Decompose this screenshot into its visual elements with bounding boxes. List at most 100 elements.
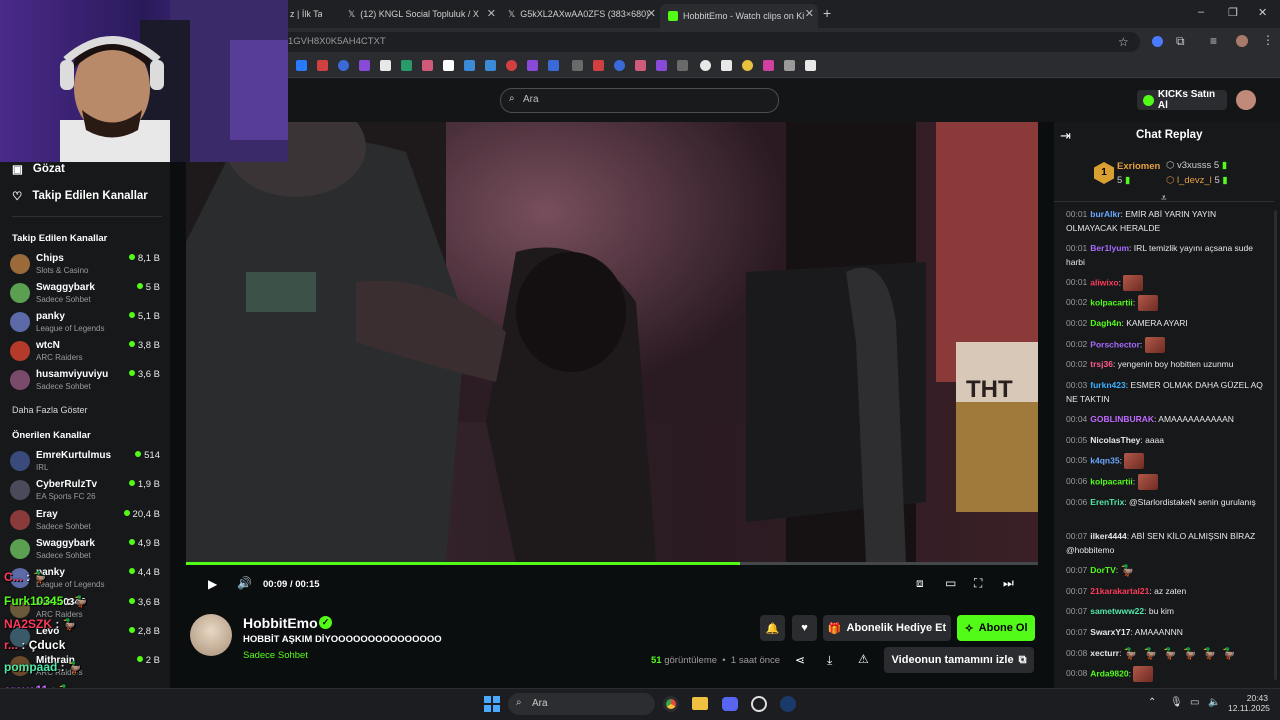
message-user[interactable]: ilker4444: [1090, 531, 1126, 541]
collapse-leaderboard-icon[interactable]: ⩡: [1161, 193, 1167, 204]
fullscreen-icon[interactable]: ⛶: [974, 576, 982, 591]
sidebar-channel-item[interactable]: CyberRulzTv EA Sports FC 26 1,9 B: [10, 477, 160, 503]
browser-tab[interactable]: 𝕏 (12) KNGL Social Topluluk / X ✕: [340, 4, 500, 24]
sidebar-channel-item[interactable]: Eray Sadece Sohbet 20,4 B: [10, 507, 160, 533]
sidebar-channel-item[interactable]: EmreKurtulmus IRL 514: [10, 448, 160, 474]
bookmark-icon[interactable]: [721, 60, 732, 71]
extension-icon[interactable]: [1152, 36, 1163, 47]
discord-icon[interactable]: [722, 697, 738, 711]
sidebar-channel-item[interactable]: Swaggybark Sadece Sohbet 4,9 B: [10, 536, 160, 562]
volume-tray-icon[interactable]: 🔈: [1208, 697, 1220, 708]
new-tab-icon[interactable]: +: [823, 5, 831, 21]
bookmark-icon[interactable]: [401, 60, 412, 71]
close-tab-icon[interactable]: ✕: [647, 7, 656, 20]
bookmark-icon[interactable]: [548, 60, 559, 71]
nav-browse[interactable]: ▣ Gözat: [12, 162, 65, 176]
follow-button[interactable]: ♥: [792, 615, 817, 641]
kicks-purchase-button[interactable]: KICKs Satın Al: [1137, 89, 1227, 111]
bookmark-icon[interactable]: [317, 60, 328, 71]
bookmark-icon[interactable]: [763, 60, 774, 71]
extensions-puzzle-icon[interactable]: ⧉: [1176, 34, 1185, 49]
reading-list-icon[interactable]: ≡: [1210, 34, 1217, 48]
profile-avatar[interactable]: [1236, 35, 1248, 47]
sidebar-channel-item[interactable]: husamviyuviyu Sadece Sohbet 3,6 B: [10, 367, 160, 393]
show-more-link[interactable]: Daha Fazla Göster: [12, 405, 88, 415]
download-icon[interactable]: ⤓: [827, 653, 832, 668]
report-icon[interactable]: ⚠: [858, 652, 869, 666]
next-icon[interactable]: ⏭: [1003, 576, 1014, 591]
message-user[interactable]: NicolasThey: [1090, 435, 1140, 445]
leaderboard-name[interactable]: Exriomen: [1117, 161, 1160, 172]
message-user[interactable]: DorTV: [1090, 565, 1116, 575]
bookmark-icon[interactable]: [359, 60, 370, 71]
browser-tab[interactable]: z | İlk Ta: [282, 4, 322, 24]
message-user[interactable]: GOBLINBURAK: [1090, 414, 1154, 424]
category-link[interactable]: Sadece Sohbet: [243, 650, 308, 661]
bookmark-icon[interactable]: [506, 60, 517, 71]
steam-icon[interactable]: [780, 696, 796, 712]
bookmark-icon[interactable]: [784, 60, 795, 71]
bookmark-icon[interactable]: [338, 60, 349, 71]
bookmark-icon[interactable]: [464, 60, 475, 71]
bookmark-icon[interactable]: [380, 60, 391, 71]
close-window-icon[interactable]: ✕: [1258, 6, 1267, 19]
bookmark-icon[interactable]: [296, 60, 307, 71]
chrome-taskbar-icon[interactable]: [663, 696, 679, 712]
leaderboard-entry[interactable]: ⬡ v3xusss 5 ▮: [1166, 160, 1227, 171]
browser-menu-icon[interactable]: ⋮: [1262, 33, 1274, 47]
message-user[interactable]: kolpacartii: [1090, 476, 1133, 486]
display-icon[interactable]: ▭: [1190, 697, 1199, 708]
message-user[interactable]: trsj36: [1090, 359, 1113, 369]
bookmark-icon[interactable]: [572, 60, 583, 71]
channel-avatar[interactable]: [190, 614, 232, 656]
play-icon[interactable]: ▶: [208, 577, 217, 591]
minimize-icon[interactable]: –: [1198, 6, 1204, 18]
sidebar-channel-item[interactable]: wtcN ARC Raiders 3,8 B: [10, 338, 160, 364]
windows-start-icon[interactable]: [484, 696, 500, 712]
bookmark-icon[interactable]: [593, 60, 604, 71]
share-icon[interactable]: ⋖: [795, 653, 805, 667]
bookmark-icon[interactable]: [656, 60, 667, 71]
notification-bell-button[interactable]: 🔔: [760, 615, 785, 641]
bookmark-icon[interactable]: [805, 60, 816, 71]
bookmark-icon[interactable]: [635, 60, 646, 71]
message-user[interactable]: sametwww22: [1090, 606, 1144, 616]
bookmark-icon[interactable]: [443, 60, 454, 71]
bookmark-star-icon[interactable]: ☆: [1118, 35, 1129, 49]
bookmark-icon[interactable]: [700, 60, 711, 71]
nav-following[interactable]: ♡ Takip Edilen Kanallar: [12, 189, 148, 203]
close-tab-icon[interactable]: ✕: [487, 7, 496, 20]
message-user[interactable]: Dagh4n: [1090, 318, 1121, 328]
taskbar-search[interactable]: ⌕ Ara: [508, 693, 655, 715]
theater-mode-icon[interactable]: ▭: [945, 576, 956, 590]
bookmark-icon[interactable]: [677, 60, 688, 71]
pip-icon[interactable]: ⧈: [916, 576, 924, 591]
bookmark-icon[interactable]: [527, 60, 538, 71]
watch-full-video-button[interactable]: Videonun tamamını izle ⧉: [884, 647, 1034, 673]
search-input[interactable]: ⌕ Ara: [500, 88, 779, 113]
message-user[interactable]: Arda9820: [1090, 668, 1128, 678]
taskbar-clock[interactable]: 20:43 12.11.2025: [1228, 693, 1270, 713]
message-user[interactable]: xecturr: [1090, 648, 1119, 658]
video-player[interactable]: THT: [186, 122, 1038, 562]
message-user[interactable]: 21karakartal21: [1090, 586, 1149, 596]
volume-icon[interactable]: 🔊: [237, 576, 252, 590]
message-user[interactable]: aliwixo: [1090, 277, 1118, 287]
message-user[interactable]: SwarxY17: [1090, 627, 1130, 637]
bookmark-icon[interactable]: [742, 60, 753, 71]
close-tab-icon[interactable]: ✕: [805, 7, 814, 20]
browser-tab-active[interactable]: HobbitEmo - Watch clips on Ki ✕: [660, 4, 818, 28]
sidebar-channel-item[interactable]: Chips Slots & Casino 8,1 B: [10, 251, 160, 277]
leaderboard-entry[interactable]: ⬡ l_devz_l 5 ▮: [1166, 175, 1228, 186]
chat-scrollbar[interactable]: [1274, 210, 1277, 680]
bookmark-icon[interactable]: [422, 60, 433, 71]
collapse-chat-icon[interactable]: ⇥: [1060, 128, 1071, 144]
browser-tab[interactable]: 𝕏 G5kXL2AXwAA0ZFS (383×680) ✕: [500, 4, 660, 24]
file-explorer-icon[interactable]: [692, 697, 708, 710]
channel-name[interactable]: HobbitEmo: [243, 615, 318, 631]
bookmark-icon[interactable]: [614, 60, 625, 71]
message-user[interactable]: kolpacartii: [1090, 297, 1133, 307]
sidebar-channel-item[interactable]: panky League of Legends 5,1 B: [10, 309, 160, 335]
gift-sub-button[interactable]: 🎁 Abonelik Hediye Et: [823, 615, 951, 641]
app-icon[interactable]: [751, 696, 767, 712]
